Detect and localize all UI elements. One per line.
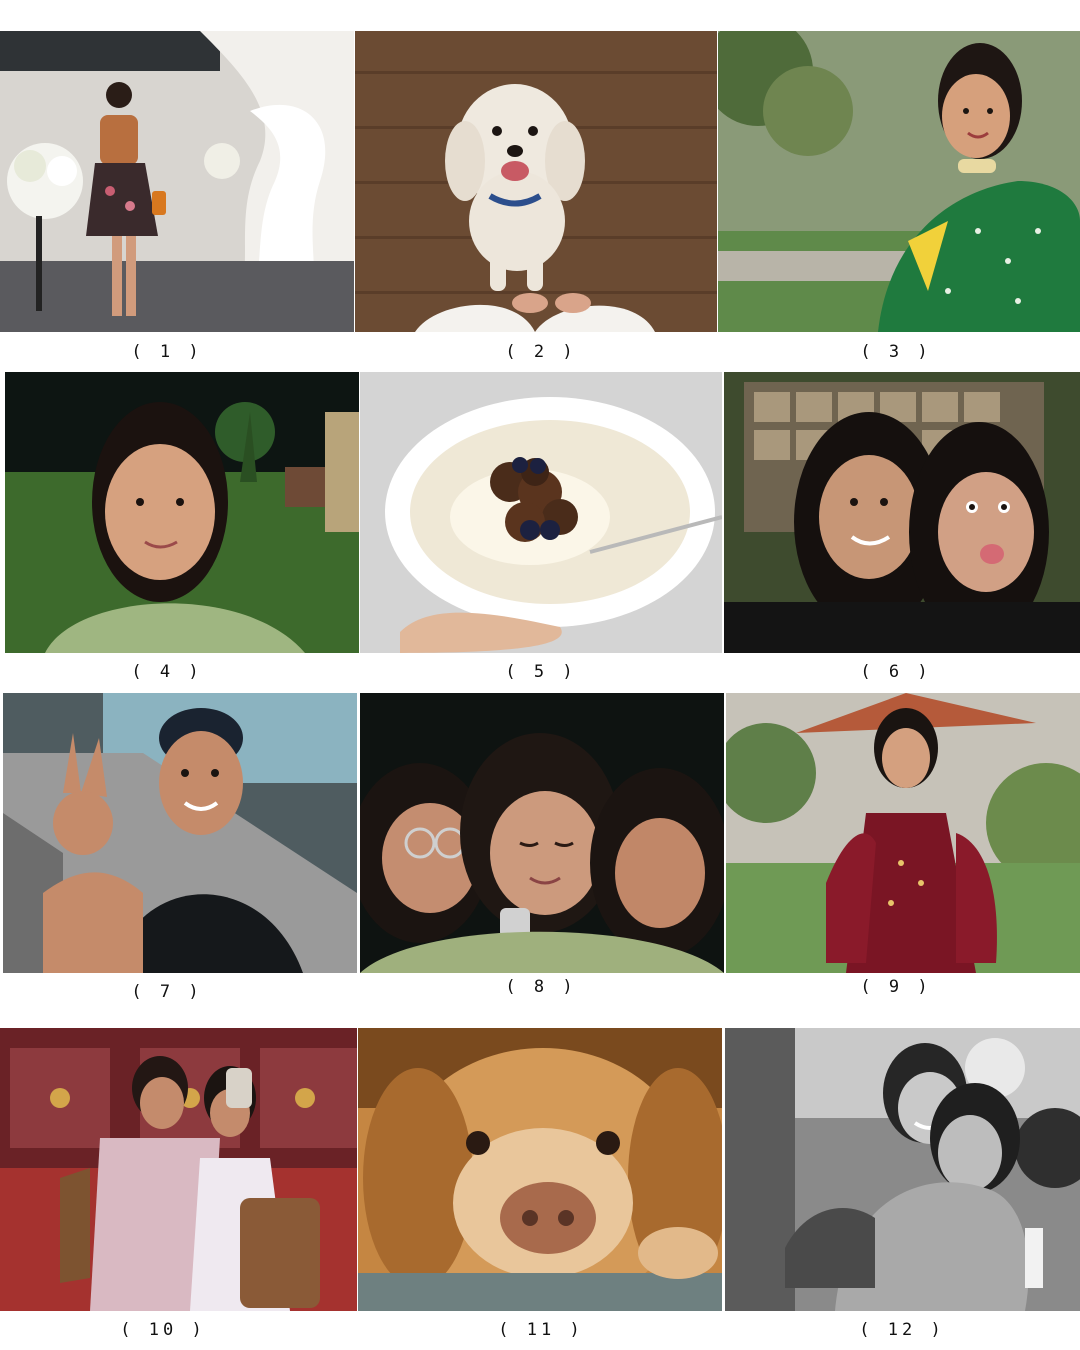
photo-label-1: ( 1 ) [131, 342, 203, 362]
photo-2-image [355, 31, 717, 332]
photo-11-image [358, 1028, 722, 1311]
photo-label-3: ( 3 ) [860, 342, 932, 362]
photo-1-image [0, 31, 354, 332]
photo-tile-7[interactable] [3, 693, 357, 973]
photo-12-image [725, 1028, 1080, 1311]
photo-tile-11[interactable] [358, 1028, 722, 1311]
photo-tile-6[interactable] [724, 372, 1080, 653]
photo-tile-9[interactable] [726, 693, 1080, 973]
photo-tile-10[interactable] [0, 1028, 357, 1311]
photo-label-2: ( 2 ) [505, 342, 577, 362]
photo-6-image [724, 372, 1080, 653]
photo-label-8: ( 8 ) [505, 977, 577, 997]
photo-tile-5[interactable] [360, 372, 722, 653]
photo-10-image [0, 1028, 357, 1311]
photo-label-10: ( 10 ) [120, 1320, 206, 1340]
photo-tile-3[interactable] [718, 31, 1080, 332]
photo-label-6: ( 6 ) [860, 662, 932, 682]
photo-4-image [5, 372, 359, 653]
photo-label-9: ( 9 ) [860, 977, 932, 997]
photo-label-7: ( 7 ) [131, 982, 203, 1002]
photo-tile-12[interactable] [725, 1028, 1080, 1311]
photo-tile-2[interactable] [355, 31, 717, 332]
photo-3-image [718, 31, 1080, 332]
photo-label-11: ( 11 ) [498, 1320, 584, 1340]
photo-5-image [360, 372, 722, 653]
photo-label-5: ( 5 ) [505, 662, 577, 682]
photo-8-image [360, 693, 724, 973]
photo-tile-1[interactable] [0, 31, 354, 332]
photo-tile-8[interactable] [360, 693, 724, 973]
photo-grid: ( 1 ) ( 2 ) ( 3 ) (4) (5) (6) (7 … [0, 0, 1080, 1350]
photo-9-image [726, 693, 1080, 973]
photo-label-4: ( 4 ) [131, 662, 203, 682]
photo-tile-4[interactable] [5, 372, 359, 653]
photo-label-12: ( 12 ) [859, 1320, 945, 1340]
photo-7-image [3, 693, 357, 973]
